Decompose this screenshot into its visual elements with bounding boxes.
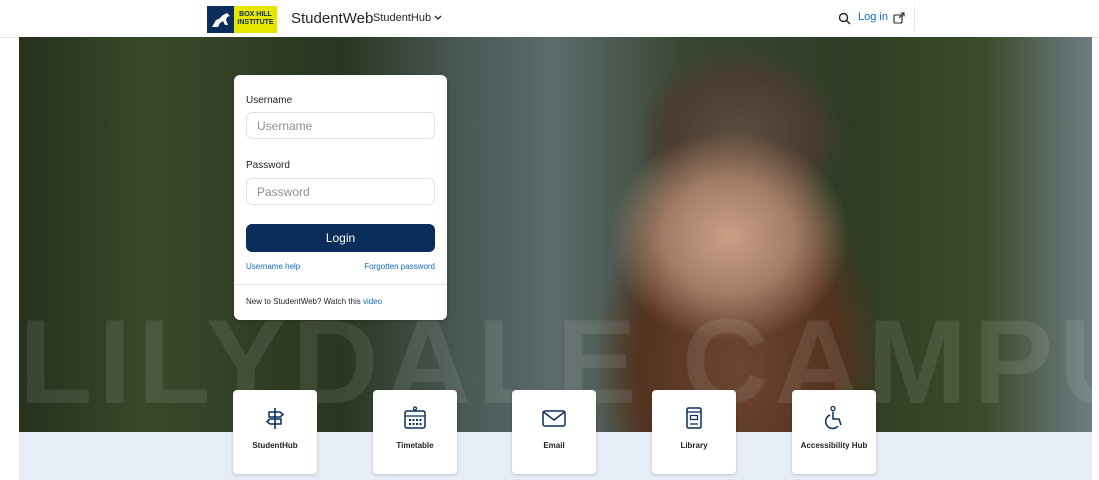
studenthub-menu[interactable]: StudentHub	[373, 12, 442, 24]
calendar-icon	[404, 406, 426, 429]
tile-studenthub[interactable]: StudentHub	[233, 390, 317, 474]
studenthub-menu-label: StudentHub	[373, 12, 432, 24]
signpost-icon	[265, 408, 285, 429]
tile-label: StudentHub	[252, 441, 298, 450]
tile-label: Timetable	[396, 441, 434, 450]
tile-label: Email	[543, 441, 565, 450]
book-icon	[686, 407, 702, 429]
new-user-text: New to StudentWeb? Watch this video	[246, 297, 382, 306]
tile-label: Accessibility Hub	[800, 441, 868, 450]
logo-line-1: BOX HILL	[239, 11, 272, 18]
password-input[interactable]	[246, 178, 435, 205]
tile-email[interactable]: Email	[512, 390, 596, 474]
password-label: Password	[246, 160, 290, 171]
search-icon[interactable]	[838, 12, 851, 25]
logo-wordmark: BOX HILL INSTITUTE	[234, 6, 277, 33]
hero-image: LILYDALE CAMPUS	[19, 37, 1092, 432]
site-brand[interactable]: StudentWeb	[291, 10, 373, 27]
horse-logo-icon	[207, 6, 234, 33]
username-help-link[interactable]: Username help	[246, 262, 300, 271]
new-user-prompt: New to StudentWeb? Watch this	[246, 297, 363, 306]
envelope-icon	[542, 410, 566, 427]
nav-divider	[914, 6, 915, 31]
accessibility-icon	[824, 405, 842, 430]
tile-accessibility-hub[interactable]: Accessibility Hub	[792, 390, 876, 474]
login-link[interactable]: Log in	[858, 11, 888, 23]
tile-timetable[interactable]: Timetable	[373, 390, 457, 474]
institute-logo[interactable]: BOX HILL INSTITUTE	[207, 6, 277, 33]
chevron-down-icon	[434, 15, 442, 20]
username-label: Username	[246, 95, 293, 106]
tile-label: Library	[680, 441, 708, 450]
tile-library[interactable]: Library	[652, 390, 736, 474]
login-button[interactable]: Login	[246, 224, 435, 252]
video-link[interactable]: video	[363, 297, 382, 306]
username-input[interactable]	[246, 112, 435, 139]
logo-line-2: INSTITUTE	[237, 19, 274, 26]
top-navbar: BOX HILL INSTITUTE StudentWeb StudentHub…	[0, 0, 1099, 38]
external-link-icon[interactable]	[893, 12, 905, 24]
forgotten-password-link[interactable]: Forgotten password	[364, 262, 435, 271]
login-card: Username Password Login Username help Fo…	[234, 75, 447, 320]
card-divider	[234, 284, 447, 285]
